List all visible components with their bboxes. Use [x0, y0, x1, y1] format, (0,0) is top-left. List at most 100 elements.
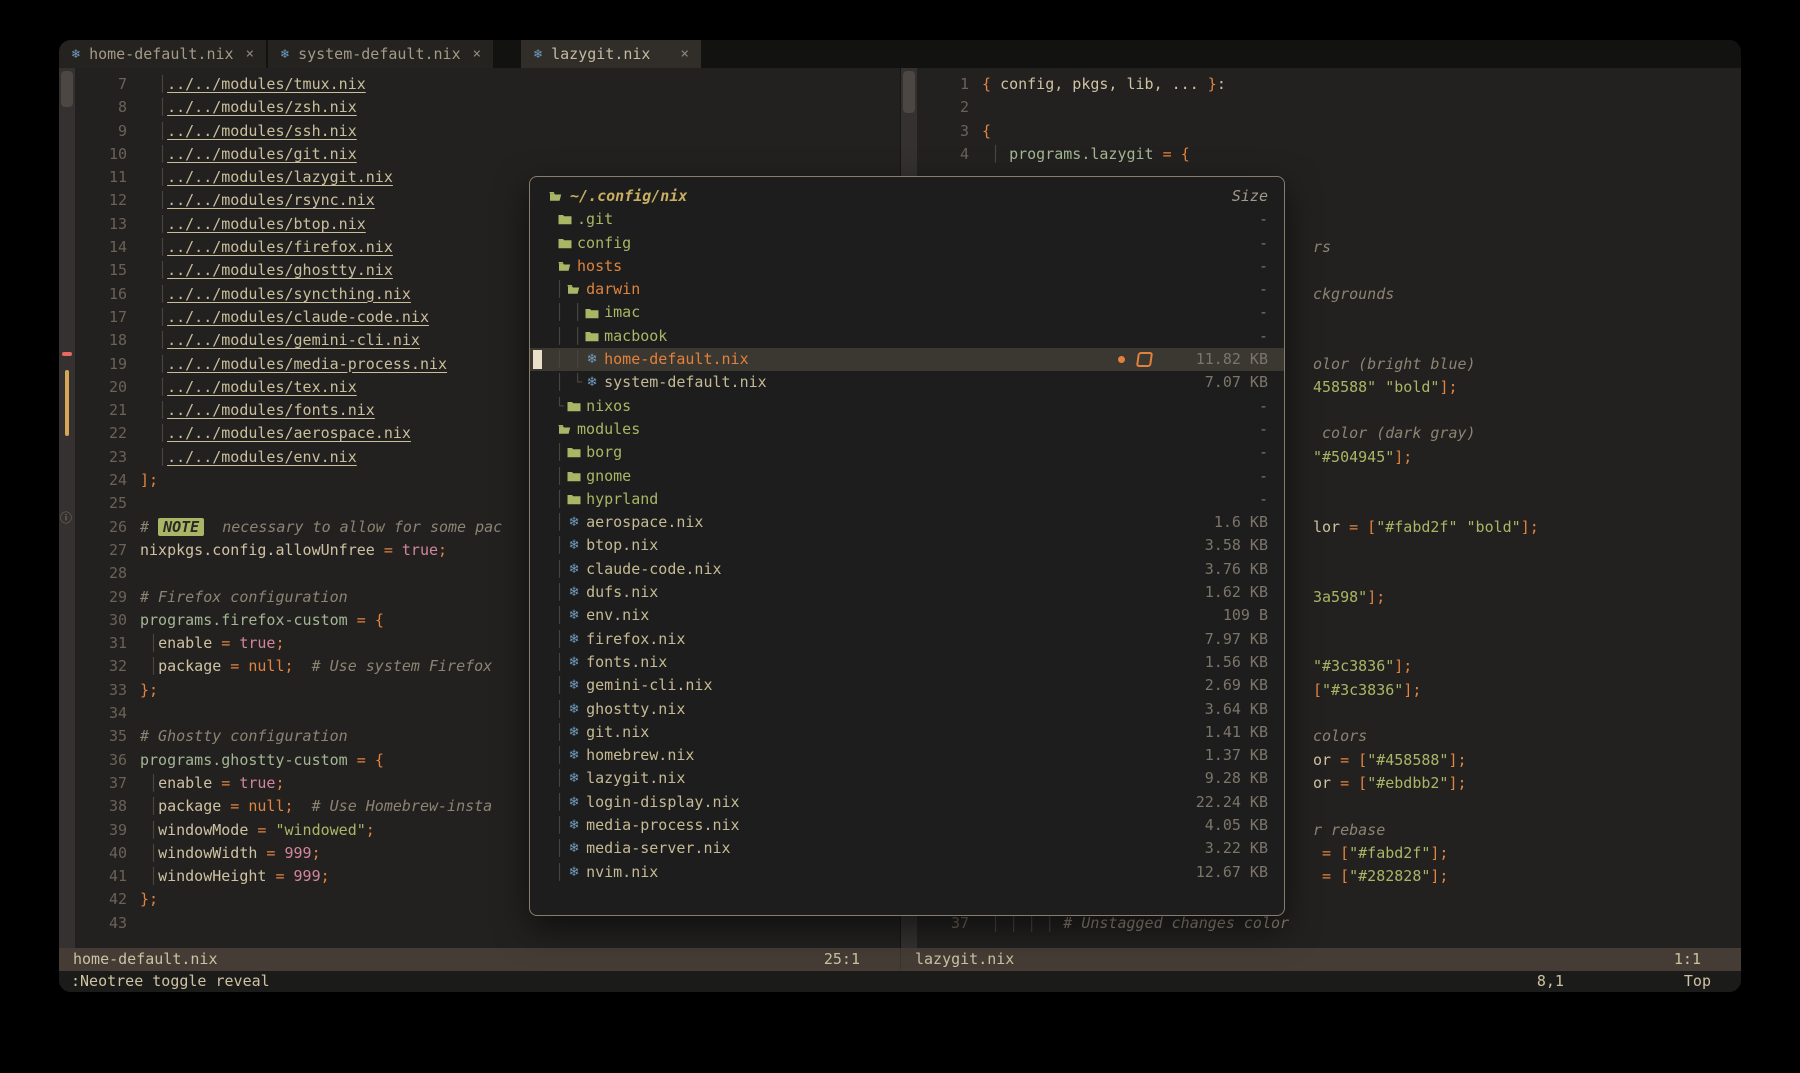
tree-item-name: login-display.nix: [584, 791, 740, 814]
tree-row[interactable]: modules-: [530, 418, 1284, 441]
code-line[interactable]: 4 │ programs.lazygit = {: [917, 143, 1741, 166]
indent-guides: │: [546, 278, 564, 301]
line-number: 4: [917, 143, 982, 166]
tree-item-name: env.nix: [584, 604, 649, 627]
tree-item-name: system-default.nix: [602, 371, 767, 394]
tab-home-default[interactable]: ❄ home-default.nix ×: [59, 40, 266, 68]
folder-icon: [585, 331, 599, 342]
tree-row[interactable]: │❄firefox.nix7.97 KB: [530, 628, 1284, 651]
code-line[interactable]: 1{ config, pkgs, lib, ... }:: [917, 73, 1741, 96]
nix-file-icon: ❄: [569, 698, 580, 721]
tab-label: system-default.nix: [298, 45, 461, 63]
indent-guides: └: [546, 395, 564, 418]
tab-system-default[interactable]: ❄ system-default.nix ×: [268, 40, 493, 68]
tree-item-name: homebrew.nix: [584, 744, 694, 767]
tree-row[interactable]: config-: [530, 232, 1284, 255]
scrollbar-thumb[interactable]: [903, 71, 915, 113]
line-number: 42: [75, 888, 140, 911]
tree-row[interactable]: │❄aerospace.nix1.6 KB: [530, 511, 1284, 534]
tree-item-name: media-server.nix: [584, 837, 731, 860]
line-number: 29: [75, 586, 140, 609]
tree-item-name: nvim.nix: [584, 861, 658, 884]
tree-row[interactable]: │❄login-display.nix22.24 KB: [530, 791, 1284, 814]
folder-open-icon: [546, 191, 566, 202]
close-icon[interactable]: ×: [658, 46, 688, 62]
tree-row[interactable]: │❄gemini-cli.nix2.69 KB: [530, 674, 1284, 697]
statusline-filename: lazygit.nix: [915, 948, 1014, 971]
tree-item-name: modules: [575, 418, 640, 441]
nix-file-icon: ❄: [569, 674, 580, 697]
indent-guides: │ │: [546, 348, 582, 371]
file-size: 9.28 KB: [1176, 767, 1268, 790]
neotree-header: ~/.config/nix Size: [530, 185, 1284, 208]
tree-row[interactable]: │ │imac-: [530, 301, 1284, 324]
tree-item-name: config: [575, 232, 631, 255]
git-status-icons: [1118, 352, 1152, 367]
tree-row[interactable]: │darwin-: [530, 278, 1284, 301]
scrollbar-thumb[interactable]: [61, 71, 73, 107]
file-size: 22.24 KB: [1176, 791, 1268, 814]
file-size: 1.62 KB: [1176, 581, 1268, 604]
code-line[interactable]: 9 │../../modules/ssh.nix: [75, 120, 900, 143]
code-line[interactable]: 3{: [917, 120, 1741, 143]
tree-row[interactable]: │ └❄system-default.nix7.07 KB: [530, 371, 1284, 394]
tree-row[interactable]: │❄media-server.nix3.22 KB: [530, 837, 1284, 860]
tree-row[interactable]: │hyprland-: [530, 488, 1284, 511]
tree-row[interactable]: │gnome-: [530, 465, 1284, 488]
statusline-filename: home-default.nix: [73, 948, 218, 971]
tree-row[interactable]: │❄homebrew.nix1.37 KB: [530, 744, 1284, 767]
code-line[interactable]: 8 │../../modules/zsh.nix: [75, 96, 900, 119]
tab-lazygit[interactable]: ❄ lazygit.nix ×: [521, 40, 701, 68]
code-line[interactable]: 10 │../../modules/git.nix: [75, 143, 900, 166]
indent-guides: │: [546, 581, 564, 604]
tree-item-name: gnome: [584, 465, 631, 488]
tree-row[interactable]: │❄media-process.nix4.05 KB: [530, 814, 1284, 837]
tree-row-selected[interactable]: │ │❄home-default.nix11.82 KB: [530, 348, 1284, 371]
tree-row[interactable]: .git-: [530, 208, 1284, 231]
terminal-window: ❄ home-default.nix × ❄ system-default.ni…: [59, 40, 1741, 992]
tree-row[interactable]: │❄fonts.nix1.56 KB: [530, 651, 1284, 674]
file-size: 109 B: [1176, 604, 1268, 627]
line-number: 37: [75, 772, 140, 795]
line-number: 26: [75, 516, 140, 539]
line-number: 39: [75, 819, 140, 842]
line-number: 20: [75, 376, 140, 399]
tree-row[interactable]: │❄btop.nix3.58 KB: [530, 534, 1284, 557]
left-scrollbar-gutter[interactable]: ⓘ: [59, 68, 75, 948]
file-size: -: [1176, 465, 1268, 488]
tree-row[interactable]: │borg-: [530, 441, 1284, 464]
code-line[interactable]: 7 │../../modules/tmux.nix: [75, 73, 900, 96]
line-number: 43: [75, 912, 140, 935]
tree-item-name: lazygit.nix: [584, 767, 685, 790]
close-icon[interactable]: ×: [242, 46, 254, 62]
tree-item-name: borg: [584, 441, 622, 464]
line-number: 1: [917, 73, 982, 96]
nix-icon: ❄: [533, 47, 543, 61]
indent-guides: │: [546, 698, 564, 721]
tree-row[interactable]: │ │macbook-: [530, 325, 1284, 348]
tree-row[interactable]: │❄git.nix1.41 KB: [530, 721, 1284, 744]
nix-file-icon: ❄: [569, 791, 580, 814]
file-size: -: [1176, 208, 1268, 231]
tree-row[interactable]: │❄nvim.nix12.67 KB: [530, 861, 1284, 884]
file-size: 3.76 KB: [1176, 558, 1268, 581]
tree-row[interactable]: hosts-: [530, 255, 1284, 278]
tree-row[interactable]: └nixos-: [530, 395, 1284, 418]
screen: ❄ home-default.nix × ❄ system-default.ni…: [0, 0, 1800, 1073]
tree-row[interactable]: │❄lazygit.nix9.28 KB: [530, 767, 1284, 790]
tree-row[interactable]: │❄env.nix109 B: [530, 604, 1284, 627]
indent-guides: │: [546, 488, 564, 511]
line-number: 31: [75, 632, 140, 655]
tree-row[interactable]: │❄dufs.nix1.62 KB: [530, 581, 1284, 604]
file-size: 3.22 KB: [1176, 837, 1268, 860]
tree-row[interactable]: │❄ghostty.nix3.64 KB: [530, 698, 1284, 721]
close-icon[interactable]: ×: [469, 46, 481, 62]
nix-file-icon: ❄: [569, 767, 580, 790]
nix-file-icon: ❄: [569, 861, 580, 884]
nix-file-icon: ❄: [569, 744, 580, 767]
tree-row[interactable]: │❄claude-code.nix3.76 KB: [530, 558, 1284, 581]
line-number: 36: [75, 749, 140, 772]
statusline-right-window: lazygit.nix 1:1: [900, 948, 1741, 971]
line-number: 15: [75, 259, 140, 282]
code-line[interactable]: 2: [917, 96, 1741, 119]
